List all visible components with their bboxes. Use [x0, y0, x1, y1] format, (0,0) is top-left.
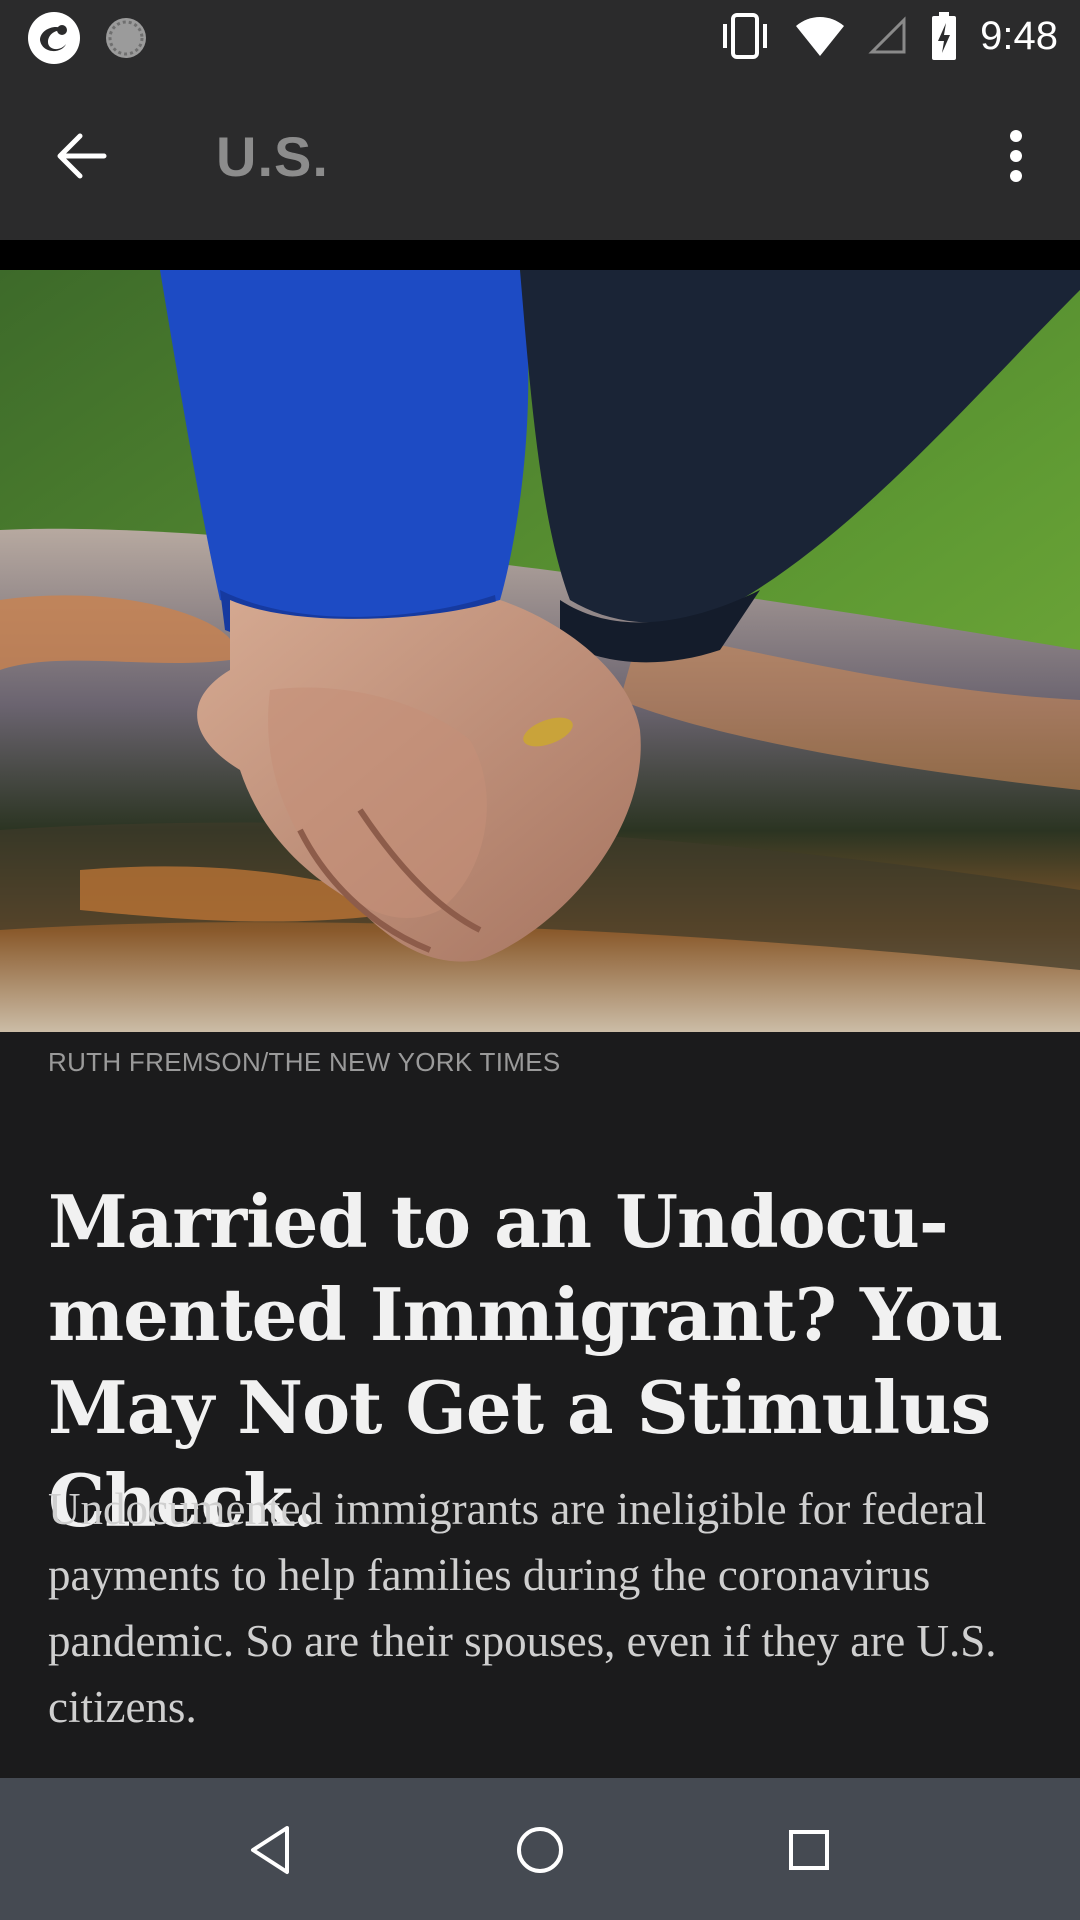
home-circle-icon[interactable]	[512, 1822, 568, 1878]
app-logo-icon	[28, 12, 80, 64]
section-title: U.S.	[216, 125, 329, 188]
loading-icon	[106, 18, 146, 58]
hero-photo[interactable]	[0, 270, 1080, 1032]
arrow-left-icon[interactable]	[54, 130, 110, 182]
back-triangle-icon[interactable]	[243, 1822, 299, 1878]
wifi-icon	[796, 17, 845, 56]
photo-credit: RUTH FREMSON/THE NEW YORK TIMES	[48, 1047, 561, 1077]
cell-signal-icon	[868, 16, 906, 54]
system-nav-bar	[0, 1778, 1080, 1920]
more-vert-icon[interactable]	[992, 128, 1040, 184]
article-summary: Undocumented immigrants are ineligible f…	[48, 1484, 997, 1732]
battery-charging-icon	[932, 12, 957, 60]
status-bar: 9:48	[0, 0, 1080, 72]
vibrate-icon	[723, 13, 768, 59]
status-time: 9:48	[980, 13, 1058, 58]
divider	[0, 240, 1080, 270]
app-bar: U.S.	[0, 72, 1080, 240]
recents-square-icon[interactable]	[781, 1822, 837, 1878]
